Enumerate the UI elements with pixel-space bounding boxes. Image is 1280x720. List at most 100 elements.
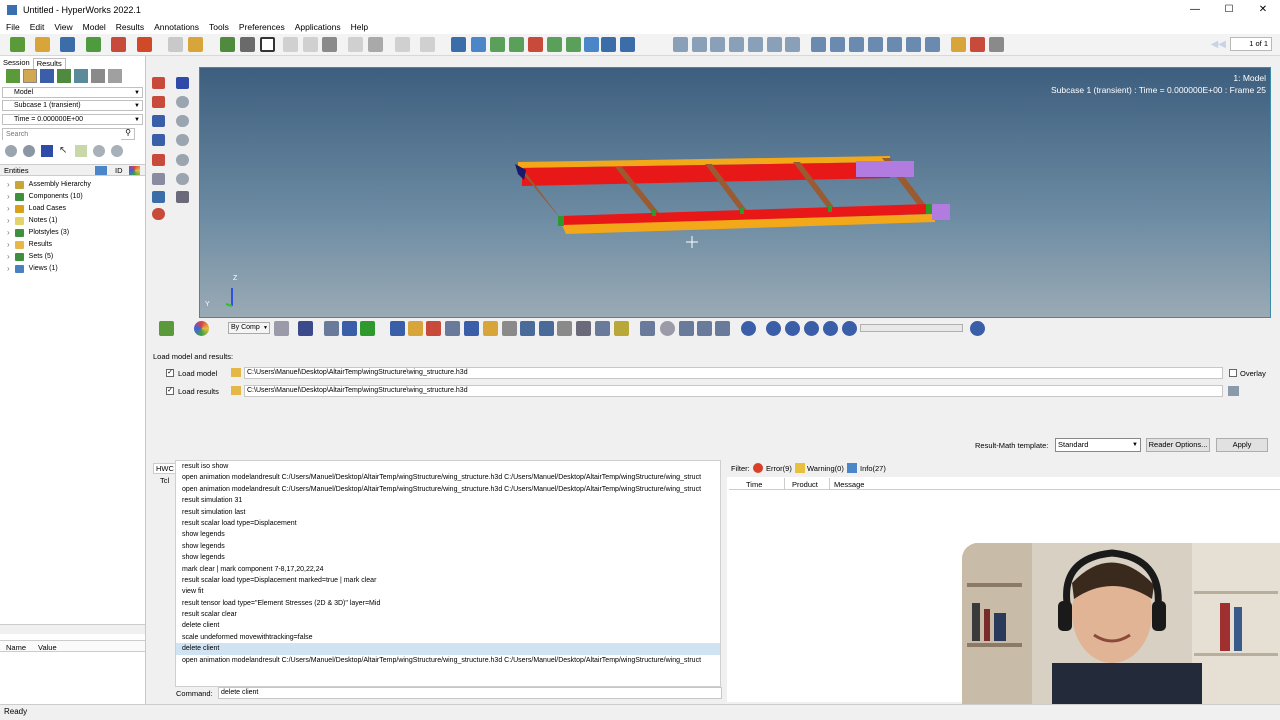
arrow-left-icon[interactable] <box>471 37 486 52</box>
view-front-icon[interactable] <box>547 37 562 52</box>
save-icon[interactable] <box>60 37 75 52</box>
window-quad-icon[interactable] <box>906 37 921 52</box>
window-split-icon[interactable] <box>830 37 845 52</box>
axis-z-icon[interactable] <box>528 37 543 52</box>
tracking-icon[interactable] <box>152 154 165 166</box>
menu-annotations[interactable]: Annotations <box>154 22 199 32</box>
tab-session[interactable]: Session <box>0 58 33 69</box>
column-product[interactable]: Product <box>792 480 818 489</box>
legend-icon[interactable] <box>390 321 405 336</box>
paste-icon[interactable] <box>395 37 410 52</box>
tree-item[interactable]: › Load Cases <box>7 203 66 214</box>
tab-hwc[interactable]: HWC <box>153 463 177 474</box>
skip-forward-icon[interactable] <box>842 321 857 336</box>
tree-item[interactable]: › Plotstyles (3) <box>7 227 69 238</box>
info-icon[interactable] <box>847 463 857 473</box>
cut-icon[interactable] <box>348 37 363 52</box>
animate-icon[interactable] <box>697 321 712 336</box>
color-mode-select[interactable]: By Comp ▼ <box>228 322 270 334</box>
fit-icon[interactable] <box>673 37 688 52</box>
clipboard-icon[interactable] <box>420 37 435 52</box>
command-history-item[interactable]: show legends <box>176 552 720 563</box>
rotate-icon[interactable] <box>748 37 763 52</box>
load-model-checkbox[interactable]: ✓ <box>166 369 174 377</box>
window-layout-icon[interactable] <box>260 37 275 52</box>
settings-icon[interactable] <box>108 69 122 83</box>
shaded-icon[interactable] <box>298 321 313 336</box>
eye-icon[interactable] <box>176 96 189 108</box>
color-icon[interactable] <box>129 166 140 175</box>
search-icon[interactable] <box>576 321 591 336</box>
command-history-item[interactable]: result iso show <box>176 461 720 472</box>
tree-item[interactable]: › Components (10) <box>7 191 83 202</box>
menu-model[interactable]: Model <box>83 22 106 32</box>
filter-icon[interactable] <box>539 321 554 336</box>
command-history-item[interactable]: show legends <box>176 529 720 540</box>
menu-file[interactable]: File <box>6 22 20 32</box>
axis-x-icon[interactable] <box>490 37 505 52</box>
graphics-viewport[interactable]: 1: Model Subcase 1 (transient) : Time = … <box>199 67 1271 318</box>
frame-icon[interactable] <box>176 191 189 203</box>
image-icon[interactable] <box>989 37 1004 52</box>
step-back-icon[interactable] <box>785 321 800 336</box>
open-icon[interactable] <box>35 37 50 52</box>
column-message[interactable]: Message <box>834 480 864 489</box>
eye-minus-icon[interactable] <box>111 145 123 157</box>
skip-back-icon[interactable] <box>766 321 781 336</box>
command-history-item[interactable]: result tensor load type="Element Stresse… <box>176 598 720 609</box>
close-button[interactable]: ✕ <box>1246 0 1280 20</box>
warning-filter[interactable]: Warning(0) <box>807 464 844 473</box>
import-icon[interactable] <box>86 37 101 52</box>
overlay-checkbox[interactable] <box>1229 369 1237 377</box>
iso-icon[interactable] <box>464 321 479 336</box>
isolate-icon[interactable] <box>75 145 87 157</box>
expand-icon[interactable]: › <box>7 263 10 274</box>
hand-icon[interactable] <box>729 37 744 52</box>
publish-icon[interactable] <box>137 37 152 52</box>
warning-icon[interactable] <box>795 463 805 473</box>
folder-icon[interactable] <box>951 37 966 52</box>
trace-icon[interactable] <box>614 321 629 336</box>
pointer-icon[interactable]: ↖ <box>59 145 69 157</box>
results-path-field[interactable]: C:\Users\Manuel\Desktop\AltairTemp\wingS… <box>244 385 1223 397</box>
note-icon[interactable] <box>152 96 165 108</box>
folder-icon[interactable] <box>231 386 241 395</box>
zoom-icon[interactable] <box>451 37 466 52</box>
spheres-icon[interactable] <box>152 208 165 220</box>
measure-icon[interactable] <box>640 321 655 336</box>
info-icon[interactable] <box>95 166 107 175</box>
component-icon[interactable] <box>40 69 54 83</box>
load-results-checkbox[interactable]: ✓ <box>166 387 174 395</box>
tracing-icon[interactable] <box>679 321 694 336</box>
wing-model[interactable] <box>200 68 1270 317</box>
measure-icon[interactable] <box>152 77 165 89</box>
reader-options-button[interactable]: Reader Options... <box>1146 438 1210 452</box>
expand-icon[interactable]: › <box>7 251 10 262</box>
eye-icon[interactable] <box>176 154 189 166</box>
tree-item[interactable]: › Assembly Hierarchy <box>7 179 91 190</box>
view-iso-icon[interactable] <box>601 37 616 52</box>
apply-button[interactable]: Apply <box>1216 438 1268 452</box>
command-history-item[interactable]: open animation modelandresult C:/Users/M… <box>176 472 720 483</box>
hide-icon[interactable] <box>23 145 35 157</box>
model-path-field[interactable]: C:\Users\Manuel\Desktop\AltairTemp\wingS… <box>244 367 1223 379</box>
eye-plus-icon[interactable] <box>93 145 105 157</box>
expand-icon[interactable]: › <box>7 179 10 190</box>
play-icon[interactable] <box>804 321 819 336</box>
axis-y-icon[interactable] <box>509 37 524 52</box>
expand-icon[interactable]: › <box>7 191 10 202</box>
eye-icon[interactable] <box>176 173 189 185</box>
command-input[interactable]: delete client <box>218 687 722 699</box>
command-history-item[interactable]: result scalar clear <box>176 609 720 620</box>
cloud-icon[interactable] <box>660 321 675 336</box>
animation-slider[interactable] <box>860 324 963 332</box>
model-select[interactable]: Model ▼ <box>2 87 143 98</box>
command-history-item[interactable]: result simulation last <box>176 507 720 518</box>
vector-icon[interactable] <box>426 321 441 336</box>
command-history-item[interactable]: delete client <box>176 620 720 631</box>
contour-bar-icon[interactable] <box>408 321 423 336</box>
command-history-item[interactable]: view fit <box>176 586 720 597</box>
menu-results[interactable]: Results <box>116 22 144 32</box>
view-side-icon[interactable] <box>566 37 581 52</box>
add-page-icon[interactable] <box>220 37 235 52</box>
